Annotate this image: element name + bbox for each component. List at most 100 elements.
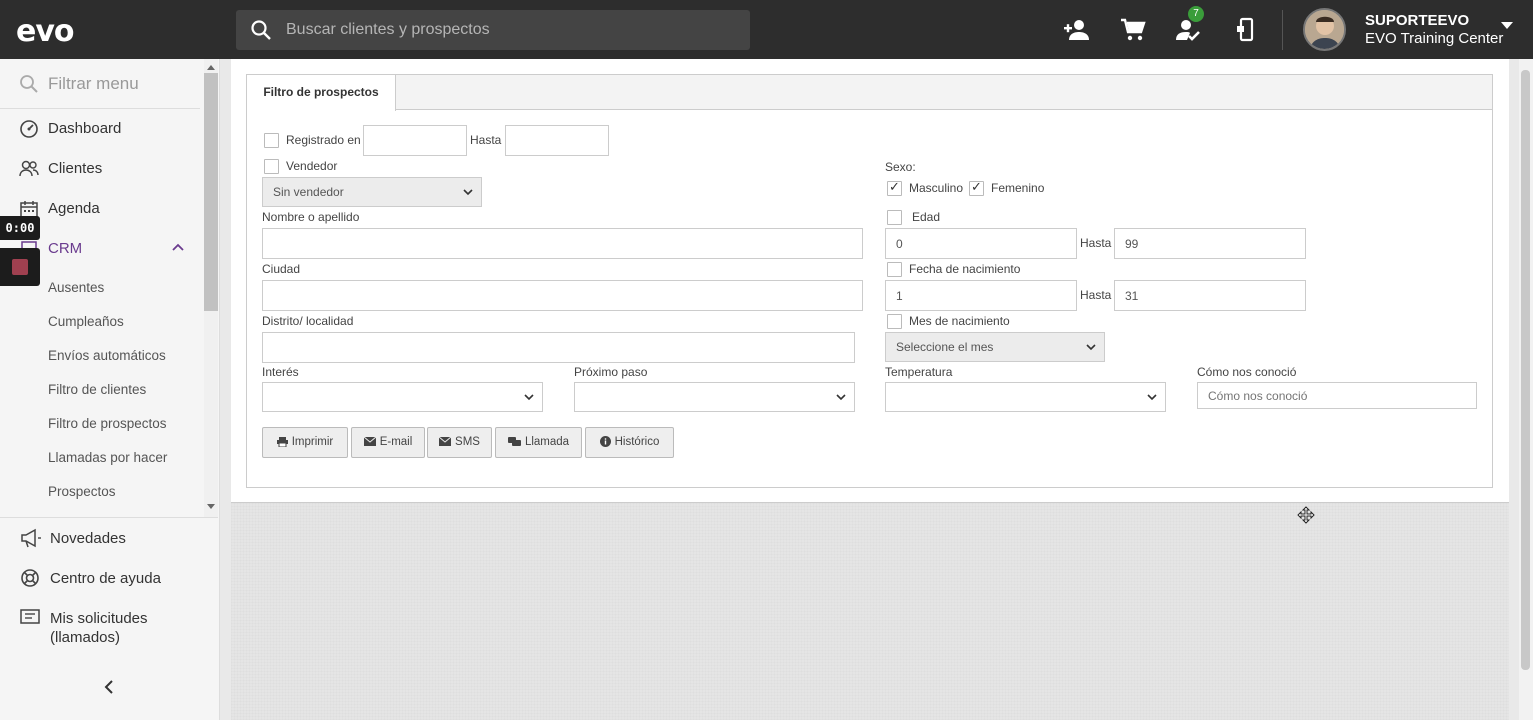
fecha-hasta-label: Hasta xyxy=(1080,288,1112,302)
sidebar-item-label: CRM xyxy=(48,240,83,257)
proximo-paso-select[interactable] xyxy=(574,382,855,412)
email-button[interactable]: E-mail xyxy=(351,427,425,458)
temperatura-select[interactable] xyxy=(885,382,1166,412)
edad-label: Edad xyxy=(912,210,941,224)
mes-nacimiento-select[interactable]: Seleccione el mes xyxy=(885,332,1105,362)
search-icon xyxy=(251,20,271,40)
ciudad-input[interactable] xyxy=(262,280,863,311)
topbar-divider xyxy=(1282,10,1283,50)
imprimir-label: Imprimir xyxy=(291,436,334,448)
sidebar-scrollbar-thumb[interactable] xyxy=(204,73,218,311)
imprimir-button[interactable]: Imprimir xyxy=(262,427,348,458)
filter-frame: Filtro de prospectos Registrado en Hasta… xyxy=(246,74,1493,488)
sidebar-subitem-envios[interactable]: Envíos automáticos xyxy=(48,348,166,363)
registrado-hasta-label: Hasta xyxy=(470,133,502,147)
interes-select[interactable] xyxy=(262,382,543,412)
sidebar-item-label: Centro de ayuda xyxy=(50,570,161,587)
vendedor-select[interactable]: Sin vendedor xyxy=(262,177,482,207)
prospect-filter-form: Registrado en Hasta Vendedor Sin vendedo… xyxy=(247,75,1492,487)
chevron-down-icon xyxy=(463,189,473,196)
vendedor-label: Vendedor xyxy=(286,159,338,173)
sms-button[interactable]: SMS xyxy=(427,427,492,458)
sidebar-subitem-filtro-prospectos[interactable]: Filtro de prospectos xyxy=(48,416,167,431)
proximo-paso-label: Próximo paso xyxy=(574,365,648,379)
registrado-hasta-input[interactable] xyxy=(505,125,609,156)
sidebar-item-clientes[interactable]: Clientes xyxy=(0,151,200,187)
vendedor-checkbox[interactable] xyxy=(264,159,279,174)
sidebar-subitem-ausentes[interactable]: Ausentes xyxy=(48,280,104,295)
training-center-name[interactable]: EVO Training Center xyxy=(1365,30,1503,47)
add-person-icon[interactable] xyxy=(1063,16,1091,44)
evo-logo[interactable]: evo xyxy=(16,14,75,49)
sidebar-divider xyxy=(0,517,218,518)
edad-hasta-label: Hasta xyxy=(1080,236,1112,250)
mes-nacimiento-label: Mes de nacimiento xyxy=(909,314,1010,328)
collapse-sidebar-chevron-icon[interactable] xyxy=(102,679,116,695)
temperatura-label: Temperatura xyxy=(885,365,953,379)
filter-menu[interactable] xyxy=(0,59,200,109)
llamada-label: Llamada xyxy=(524,436,570,448)
edad-hasta-input[interactable] xyxy=(1114,228,1306,259)
sidebar-subitem-prospectos[interactable]: Prospectos xyxy=(48,484,116,499)
info-icon xyxy=(599,436,611,448)
nombre-input[interactable] xyxy=(262,228,863,259)
edad-checkbox[interactable] xyxy=(887,210,902,225)
filter-panel: Filtro de prospectos Registrado en Hasta… xyxy=(231,59,1509,503)
registrado-en-label: Registrado en xyxy=(286,133,361,147)
registrado-desde-input[interactable] xyxy=(363,125,467,156)
filter-menu-input[interactable] xyxy=(48,71,196,97)
mes-select-value: Seleccione el mes xyxy=(896,340,994,354)
femenino-checkbox[interactable] xyxy=(969,179,984,196)
registrado-en-checkbox[interactable] xyxy=(264,133,279,148)
email-label: E-mail xyxy=(379,436,413,448)
chevron-down-icon xyxy=(1147,394,1157,401)
ticket-icon xyxy=(20,609,40,624)
sidebar-subitem-cumpleanos[interactable]: Cumpleaños xyxy=(48,314,124,329)
chevron-up-icon[interactable] xyxy=(172,243,184,251)
gauge-icon xyxy=(20,120,38,138)
envelope-icon xyxy=(439,437,452,447)
nombre-label: Nombre o apellido xyxy=(262,210,360,224)
chevron-down-icon xyxy=(1086,344,1096,351)
page-scrollbar-thumb[interactable] xyxy=(1521,70,1530,670)
user-name[interactable]: SUPORTEEVO xyxy=(1365,12,1469,29)
sidebar-subitem-llamadas[interactable]: Llamadas por hacer xyxy=(48,450,167,465)
sidebar: Dashboard Clientes Agenda CRM Ausentes C… xyxy=(0,59,220,720)
vendedor-select-value: Sin vendedor xyxy=(273,185,344,199)
sidebar-item-label-line1: Mis solicitudes xyxy=(50,610,148,627)
top-bar: evo 7 SUPORTEEVO EVO Training Center xyxy=(0,0,1533,59)
distrito-label: Distrito/ localidad xyxy=(262,314,354,328)
shopping-cart-icon[interactable] xyxy=(1119,16,1147,44)
scroll-up-arrow-icon[interactable] xyxy=(207,65,215,70)
como-nos-conocio-input[interactable] xyxy=(1197,382,1477,409)
historico-label: Histórico xyxy=(614,436,660,448)
sidebar-item-dashboard[interactable]: Dashboard xyxy=(0,111,200,147)
chevron-down-icon xyxy=(836,394,846,401)
historico-button[interactable]: Histórico xyxy=(585,427,674,458)
search-icon xyxy=(20,75,38,93)
stop-recording-button[interactable] xyxy=(0,248,40,286)
avatar[interactable] xyxy=(1303,8,1346,51)
edad-desde-input[interactable] xyxy=(885,228,1077,259)
fecha-nacimiento-label: Fecha de nacimiento xyxy=(909,262,1021,276)
sidebar-subitem-filtro-clientes[interactable]: Filtro de clientes xyxy=(48,382,146,397)
fecha-nacimiento-checkbox[interactable] xyxy=(887,262,902,277)
global-search[interactable] xyxy=(236,10,750,50)
sexo-label: Sexo: xyxy=(885,160,916,174)
fecha-desde-input[interactable] xyxy=(885,280,1077,311)
fecha-hasta-input[interactable] xyxy=(1114,280,1306,311)
distrito-input[interactable] xyxy=(262,332,855,363)
users-icon xyxy=(19,160,39,177)
llamada-button[interactable]: Llamada xyxy=(495,427,582,458)
mes-nacimiento-checkbox[interactable] xyxy=(887,314,902,329)
sidebar-item-label: Novedades xyxy=(50,530,126,547)
chevron-down-icon xyxy=(524,394,534,401)
mobile-device-icon[interactable] xyxy=(1232,16,1260,44)
scroll-down-arrow-icon[interactable] xyxy=(207,504,215,509)
stop-icon xyxy=(12,259,28,275)
user-menu-caret-icon[interactable] xyxy=(1501,22,1513,30)
masculino-checkbox[interactable] xyxy=(887,179,902,196)
lifebuoy-icon xyxy=(21,569,39,587)
search-input[interactable] xyxy=(286,10,736,50)
como-nos-conocio-label: Cómo nos conoció xyxy=(1197,365,1297,379)
